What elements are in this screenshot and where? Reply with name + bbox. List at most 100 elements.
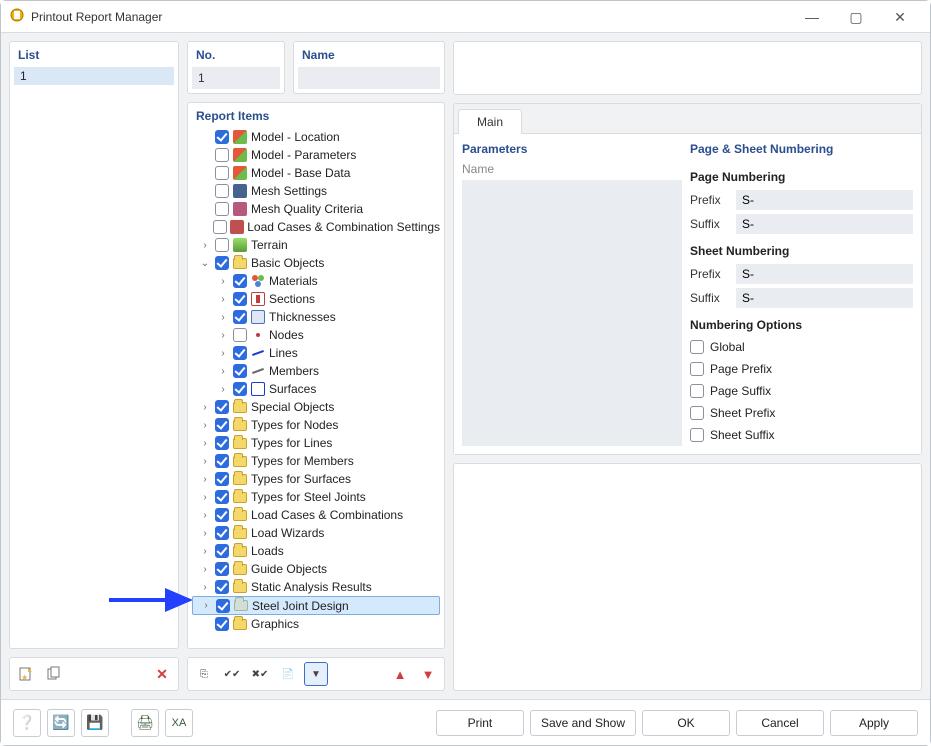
- expander-icon[interactable]: ›: [199, 600, 213, 611]
- numbering-option-checkbox[interactable]: [690, 340, 704, 354]
- move-down-button[interactable]: ▼: [416, 662, 440, 686]
- tree-checkbox[interactable]: [233, 382, 247, 396]
- tree-item[interactable]: Mesh Quality Criteria: [192, 200, 440, 218]
- new-report-button[interactable]: ★: [14, 662, 38, 686]
- tree-checkbox[interactable]: [215, 256, 229, 270]
- expander-icon[interactable]: ›: [216, 276, 230, 287]
- tree-item[interactable]: ›Sections: [192, 290, 440, 308]
- param-name-input[interactable]: [462, 180, 682, 446]
- cancel-button[interactable]: Cancel: [736, 710, 824, 736]
- tree-checkbox[interactable]: [215, 508, 229, 522]
- tree-item[interactable]: Model - Base Data: [192, 164, 440, 182]
- tree-checkbox[interactable]: [215, 544, 229, 558]
- move-up-button[interactable]: ▲: [388, 662, 412, 686]
- tree-item[interactable]: ›Nodes: [192, 326, 440, 344]
- save-button[interactable]: 💾: [81, 709, 109, 737]
- template-button[interactable]: 📄: [276, 662, 300, 686]
- tree-item[interactable]: ⌄Basic Objects: [192, 254, 440, 272]
- save-and-show-button[interactable]: Save and Show: [530, 710, 636, 736]
- numbering-option-checkbox[interactable]: [690, 406, 704, 420]
- tree-checkbox[interactable]: [216, 599, 230, 613]
- tree-item[interactable]: Model - Parameters: [192, 146, 440, 164]
- check-all-button[interactable]: ✔✔: [220, 662, 244, 686]
- tree-item[interactable]: ›Load Cases & Combinations: [192, 506, 440, 524]
- close-button[interactable]: ✕: [878, 1, 922, 33]
- expander-icon[interactable]: ›: [198, 510, 212, 521]
- tree-item[interactable]: ›Types for Nodes: [192, 416, 440, 434]
- expander-icon[interactable]: ›: [198, 438, 212, 449]
- print-setup-button[interactable]: 🖨: [131, 709, 159, 737]
- tree-checkbox[interactable]: [215, 472, 229, 486]
- tree-checkbox[interactable]: [233, 292, 247, 306]
- language-button[interactable]: XA: [165, 709, 193, 737]
- expander-icon[interactable]: ›: [216, 348, 230, 359]
- expander-icon[interactable]: ›: [198, 528, 212, 539]
- page-prefix-input[interactable]: [736, 190, 913, 210]
- tree-item[interactable]: ›Special Objects: [192, 398, 440, 416]
- tree-checkbox[interactable]: [215, 526, 229, 540]
- tree-checkbox[interactable]: [215, 454, 229, 468]
- tree-item[interactable]: ›Loads: [192, 542, 440, 560]
- tree-item[interactable]: ›Thicknesses: [192, 308, 440, 326]
- name-input[interactable]: [298, 67, 440, 89]
- tree-checkbox[interactable]: [215, 184, 229, 198]
- tree-item[interactable]: ›Surfaces: [192, 380, 440, 398]
- ok-button[interactable]: OK: [642, 710, 730, 736]
- tree-item[interactable]: ›Load Wizards: [192, 524, 440, 542]
- expander-icon[interactable]: ›: [198, 456, 212, 467]
- sheet-suffix-input[interactable]: [736, 288, 913, 308]
- tree-item[interactable]: ›Types for Steel Joints: [192, 488, 440, 506]
- tree-checkbox[interactable]: [215, 166, 229, 180]
- tree-item[interactable]: ›Types for Members: [192, 452, 440, 470]
- uncheck-all-button[interactable]: ✖✔: [248, 662, 272, 686]
- tree-item[interactable]: ›Members: [192, 362, 440, 380]
- tree-checkbox[interactable]: [215, 148, 229, 162]
- expander-icon[interactable]: ⌄: [198, 258, 212, 269]
- apply-button[interactable]: Apply: [830, 710, 918, 736]
- sheet-prefix-input[interactable]: [736, 264, 913, 284]
- maximize-button[interactable]: ▢: [834, 1, 878, 33]
- tree-item[interactable]: ›Steel Joint Design: [192, 596, 440, 615]
- tree-checkbox[interactable]: [233, 274, 247, 288]
- tree-checkbox[interactable]: [215, 130, 229, 144]
- tree-checkbox[interactable]: [215, 238, 229, 252]
- refresh-button[interactable]: 🔄: [47, 709, 75, 737]
- tree-checkbox[interactable]: [215, 436, 229, 450]
- tree-checkbox[interactable]: [233, 364, 247, 378]
- numbering-option-checkbox[interactable]: [690, 428, 704, 442]
- list-item[interactable]: 1: [14, 67, 174, 85]
- expander-icon[interactable]: ›: [216, 384, 230, 395]
- delete-report-button[interactable]: ✕: [150, 662, 174, 686]
- tree-item[interactable]: Model - Location: [192, 128, 440, 146]
- tree-checkbox[interactable]: [233, 328, 247, 342]
- tree-item[interactable]: ›Terrain: [192, 236, 440, 254]
- numbering-option-checkbox[interactable]: [690, 384, 704, 398]
- minimize-button[interactable]: —: [790, 1, 834, 33]
- expander-icon[interactable]: ›: [198, 582, 212, 593]
- expander-icon[interactable]: ›: [198, 402, 212, 413]
- tree-checkbox[interactable]: [215, 580, 229, 594]
- expander-icon[interactable]: ›: [198, 420, 212, 431]
- tree-checkbox[interactable]: [233, 310, 247, 324]
- tree-item[interactable]: ›Guide Objects: [192, 560, 440, 578]
- expander-icon[interactable]: ›: [198, 564, 212, 575]
- tree-item[interactable]: Graphics: [192, 615, 440, 633]
- print-button[interactable]: Print: [436, 710, 524, 736]
- tree-checkbox[interactable]: [215, 400, 229, 414]
- expander-icon[interactable]: ›: [216, 294, 230, 305]
- tree-item[interactable]: ›Static Analysis Results: [192, 578, 440, 596]
- page-suffix-input[interactable]: [736, 214, 913, 234]
- copy-report-button[interactable]: [42, 662, 66, 686]
- tree-checkbox[interactable]: [215, 617, 229, 631]
- no-input[interactable]: [192, 67, 280, 89]
- expander-icon[interactable]: ›: [198, 240, 212, 251]
- tree-checkbox[interactable]: [215, 562, 229, 576]
- expander-icon[interactable]: ›: [216, 330, 230, 341]
- tree-checkbox[interactable]: [213, 220, 227, 234]
- tree-item[interactable]: ›Types for Lines: [192, 434, 440, 452]
- expander-icon[interactable]: ›: [216, 366, 230, 377]
- tree-item[interactable]: ›Types for Surfaces: [192, 470, 440, 488]
- expander-icon[interactable]: ›: [198, 546, 212, 557]
- numbering-option-checkbox[interactable]: [690, 362, 704, 376]
- tree-item[interactable]: Load Cases & Combination Settings: [192, 218, 440, 236]
